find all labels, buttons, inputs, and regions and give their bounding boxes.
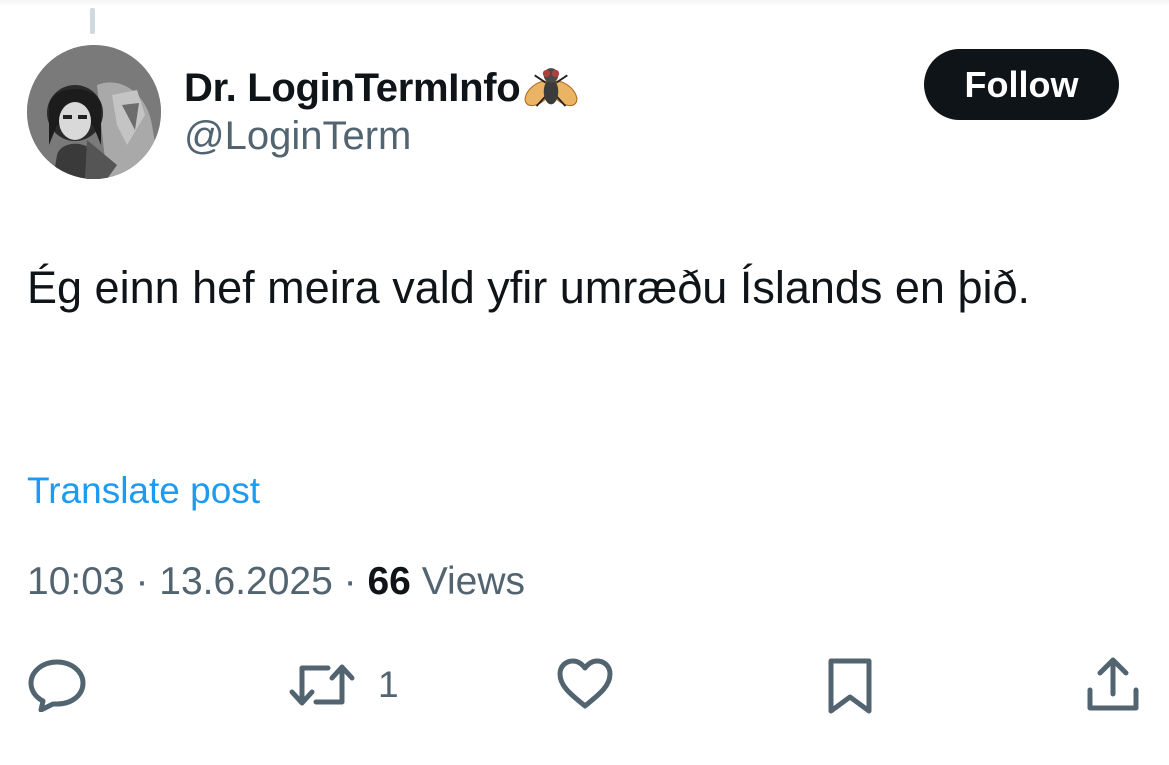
fly-emoji-icon (524, 68, 578, 107)
tweet-date[interactable]: 13.6.2025 (159, 560, 333, 604)
translate-post-link[interactable]: Translate post (27, 470, 260, 512)
follow-button[interactable]: Follow (924, 49, 1119, 120)
tweet-text: Ég einn hef meira vald yfir umræðu Íslan… (27, 262, 1031, 313)
author-name-row[interactable]: Dr. LoginTermInfo (184, 58, 580, 118)
avatar-image (27, 45, 161, 179)
speech-bubble-icon (28, 659, 86, 712)
author-display-name[interactable]: Dr. LoginTermInfo (184, 66, 521, 111)
meta-separator: · (124, 560, 160, 603)
bookmark-icon (828, 658, 872, 714)
tweet-meta: 10:03 · 13.6.2025 · 66 Views (27, 560, 525, 604)
tweet-time[interactable]: 10:03 (27, 560, 125, 604)
reply-button[interactable] (27, 658, 87, 712)
bookmark-button[interactable] (826, 656, 874, 716)
like-button[interactable] (555, 656, 615, 712)
meta-separator: · (332, 560, 368, 603)
share-button[interactable] (1085, 656, 1141, 714)
heart-icon (557, 658, 613, 709)
retweet-icon (289, 664, 355, 706)
views-count: 66 (367, 560, 411, 603)
share-icon (1087, 657, 1139, 711)
top-edge-shadow (0, 0, 1169, 6)
views-label: Views (410, 560, 526, 603)
tweet-actions-bar: 1 (0, 650, 1169, 720)
retweet-button[interactable]: 1 (288, 656, 399, 714)
retweet-count: 1 (378, 664, 399, 705)
thread-connector-line (90, 8, 95, 34)
author-handle[interactable]: @LoginTerm (184, 114, 411, 159)
avatar[interactable] (27, 45, 161, 179)
